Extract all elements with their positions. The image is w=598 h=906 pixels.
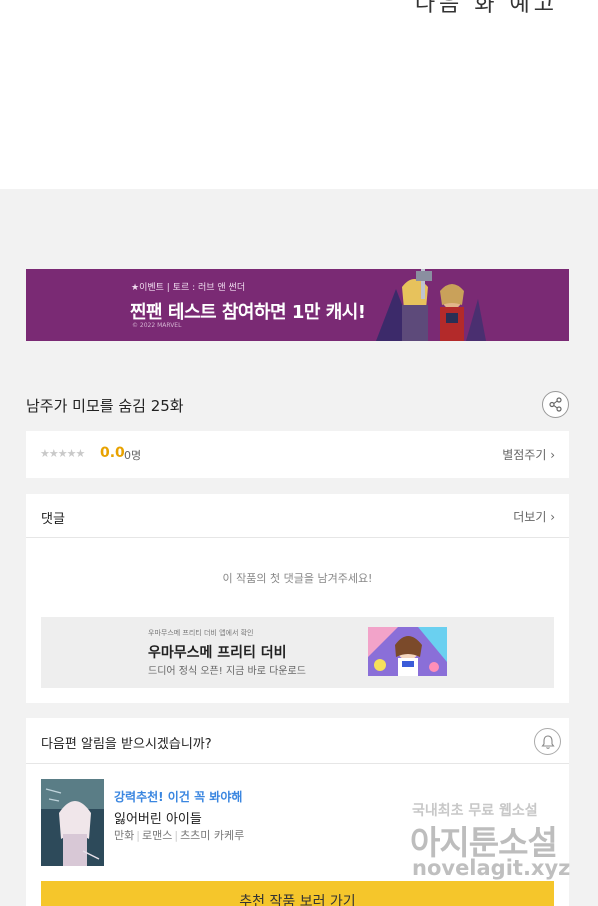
ad-title: 우마무스메 프리티 더비 — [148, 645, 287, 661]
rating-count: 0명 — [124, 449, 142, 462]
rating-score: 0.0 — [100, 445, 125, 461]
share-icon — [549, 397, 562, 412]
genre-label: 만화 — [114, 829, 135, 842]
banner-headline: 찐팬 테스트 참여하면 1만 캐시! — [130, 302, 366, 323]
rating-stars[interactable]: ★★★★★ — [40, 447, 85, 460]
author-label: 츠츠미 카케루 — [180, 829, 245, 842]
banner-hero-art — [366, 269, 486, 341]
watermark-url: novelagit.xyz — [412, 856, 571, 880]
site-watermark: 국내최초 무료 웹소설 아지툰소설 novelagit.xyz — [410, 798, 580, 888]
comment-more-link[interactable]: 더보기 › — [513, 508, 555, 525]
notify-toggle-button[interactable] — [534, 728, 561, 755]
bell-icon — [540, 734, 555, 749]
comment-title: 댓글 — [41, 512, 65, 527]
game-ad[interactable]: 우마무스메 프리티 더비 앱에서 확인 우마무스메 프리티 더비 드디어 정식 … — [41, 617, 554, 688]
empty-comment-message: 이 작품의 첫 댓글을 남겨주세요! — [222, 572, 373, 585]
banner-event-label: ★이벤트 | 토르 : 러브 앤 썬더 — [131, 283, 246, 293]
genre-label: 로맨스 — [141, 829, 173, 842]
notify-header: 다음편 알림을 받으시겠습니까? — [26, 718, 569, 764]
notify-question: 다음편 알림을 받으시겠습니까? — [41, 737, 212, 752]
episode-title: 남주가 미모를 숨김 25화 — [26, 397, 184, 415]
share-button[interactable] — [542, 391, 569, 418]
ad-description: 드디어 정식 오픈! 지금 바로 다운로드 — [148, 666, 306, 677]
rate-button[interactable]: 별점주기 › — [502, 446, 555, 463]
recommend-tag: 강력추천! 이건 꼭 봐야해 — [114, 790, 243, 804]
comment-section: 댓글 더보기 › 이 작품의 첫 댓글을 남겨주세요! 우마무스메 프리티 더비… — [26, 494, 569, 703]
recommended-title[interactable]: 잃어버린 아이들 — [114, 808, 202, 827]
banner-copyright: © 2022 MARVEL — [132, 322, 182, 329]
ad-label: 우마무스메 프리티 더비 앱에서 확인 — [148, 629, 254, 637]
previous-content-area: 다음 화 예고 — [0, 0, 598, 189]
recommended-meta: 만화 | 로맨스 | 츠츠미 카케루 — [114, 829, 245, 842]
event-banner[interactable]: ★이벤트 | 토르 : 러브 앤 썬더 찐팬 테스트 참여하면 1만 캐시! ©… — [26, 269, 569, 341]
comment-header: 댓글 더보기 › — [26, 494, 569, 538]
rating-panel: ★★★★★ 0.0 0명 별점주기 › — [26, 431, 569, 478]
ad-image — [368, 627, 447, 676]
recommended-cover-image[interactable] — [41, 779, 104, 866]
next-preview-handwriting: 다음 화 예고 — [414, 0, 558, 17]
